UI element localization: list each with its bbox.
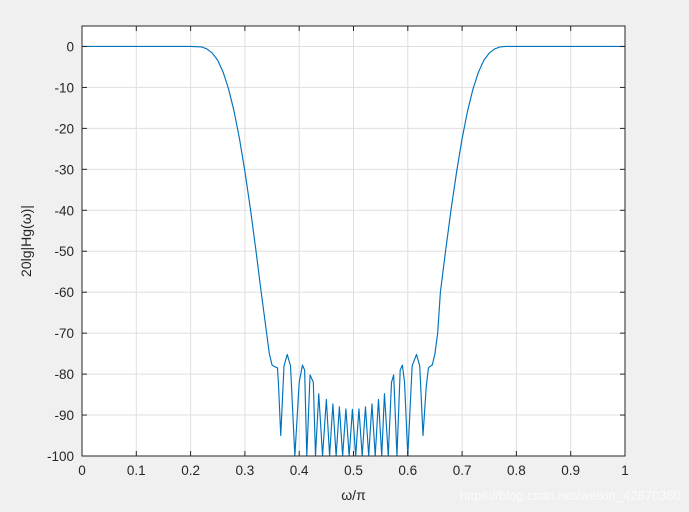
y-tick-label: -70 (54, 326, 74, 341)
figure-window: 0 0.1 0.2 0.3 0.4 0.5 0.6 0.7 0.8 0.9 1 0 -10 -20 -30 -… (0, 0, 689, 512)
y-tick-label: -90 (54, 408, 74, 423)
y-tick-label: -50 (54, 244, 74, 259)
x-tick-label: 0.8 (507, 463, 526, 478)
x-tick-label: 0.6 (398, 463, 417, 478)
y-tick-label: -10 (54, 80, 74, 95)
y-tick-label: -20 (54, 121, 74, 136)
x-tick-label: 0 (78, 463, 86, 478)
x-tick-label: 0.7 (453, 463, 472, 478)
x-tick-label: 0.9 (561, 463, 580, 478)
x-tick-label: 0.1 (127, 463, 146, 478)
x-tick-label: 1 (621, 463, 629, 478)
x-axis-label: ω/π (341, 487, 366, 503)
y-tick-label: -60 (54, 285, 74, 300)
y-tick-label: 0 (66, 39, 74, 54)
x-tick-label: 0.4 (290, 463, 309, 478)
y-axis-label: 20lg|Hg(ω)| (18, 205, 34, 277)
x-tick-label: 0.5 (344, 463, 363, 478)
y-tick-label: -100 (47, 449, 74, 464)
watermark-text: https://blog.csdn.net/weixin_42870380 (460, 488, 681, 503)
x-tick-label: 0.2 (181, 463, 200, 478)
y-tick-label: -40 (54, 203, 74, 218)
frequency-response-chart: 0 0.1 0.2 0.3 0.4 0.5 0.6 0.7 0.8 0.9 1 0 -10 -20 -30 -… (0, 0, 689, 512)
x-tick-label: 0.3 (236, 463, 255, 478)
y-tick-label: -30 (54, 162, 74, 177)
y-tick-label: -80 (54, 367, 74, 382)
